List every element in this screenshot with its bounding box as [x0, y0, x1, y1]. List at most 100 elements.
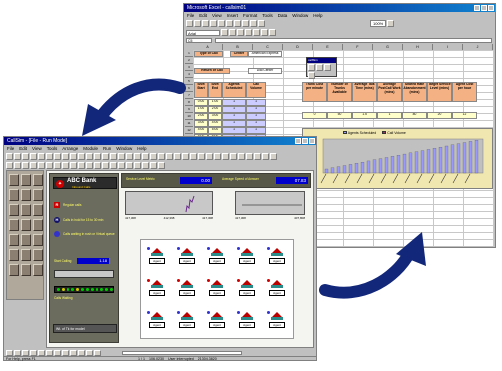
palette-module[interactable] — [9, 204, 19, 216]
callsim-menu-file[interactable]: File — [7, 145, 14, 152]
tool-button[interactable] — [78, 162, 85, 169]
row-header[interactable]: 9 — [185, 106, 193, 113]
callsim-menu-run[interactable]: Run — [103, 145, 111, 152]
parameter-header[interactable]: Target Service Level (mins) — [427, 82, 452, 102]
schedule-cell[interactable]: 1 — [246, 120, 266, 127]
tool-button[interactable] — [158, 162, 165, 169]
tool-button[interactable] — [30, 162, 37, 169]
row-header[interactable]: 3 — [185, 64, 193, 71]
tool-button[interactable] — [238, 153, 245, 160]
schedule-cell[interactable]: 1 — [246, 106, 266, 113]
center-label[interactable]: Center — [230, 51, 248, 57]
export-icon[interactable] — [308, 72, 315, 79]
parameter-header[interactable]: Agent Cost per hour — [452, 82, 477, 102]
schedule-cell[interactable]: 1 — [222, 120, 246, 127]
center-value[interactable]: American Express — [248, 51, 282, 57]
tool-button[interactable] — [110, 162, 117, 169]
table-icon[interactable] — [324, 64, 331, 71]
excel-menu-file[interactable]: File — [187, 12, 194, 19]
palette-module[interactable] — [33, 234, 43, 246]
schedule-cell[interactable]: 3:00 — [208, 113, 222, 120]
palette-module[interactable] — [33, 249, 43, 261]
column-header[interactable]: K — [493, 44, 502, 50]
tool-button[interactable] — [110, 153, 117, 160]
tool-button[interactable] — [38, 162, 45, 169]
tool-button[interactable] — [86, 153, 93, 160]
palette-module[interactable] — [21, 174, 31, 186]
new-icon[interactable] — [186, 20, 193, 27]
tool-button[interactable] — [134, 153, 141, 160]
tool-button[interactable] — [14, 162, 21, 169]
palette-module[interactable] — [21, 204, 31, 216]
tool-button[interactable] — [102, 162, 109, 169]
parameter-value[interactable]: 0 — [302, 112, 327, 119]
schedule-cell[interactable]: 1 — [246, 113, 266, 120]
parameter-header[interactable]: Average PostCall Work (mins) — [377, 82, 402, 102]
callsim-menu-help[interactable]: Help — [137, 145, 146, 152]
schedule-cell[interactable]: 1:00 — [194, 106, 208, 113]
currency-icon[interactable] — [261, 29, 268, 36]
palette-module[interactable] — [33, 189, 43, 201]
maximize-icon[interactable] — [302, 138, 308, 144]
fast-forward-icon[interactable] — [30, 349, 37, 356]
plot-speed-answer[interactable] — [235, 191, 305, 215]
tool-button[interactable] — [222, 153, 229, 160]
tool-button[interactable] — [86, 162, 93, 169]
schedule-header[interactable]: Shift End — [208, 82, 222, 98]
excel-menu-tools[interactable]: Tools — [262, 12, 273, 19]
tool-button[interactable] — [54, 162, 61, 169]
palette-module[interactable] — [33, 204, 43, 216]
parameter-value[interactable]: 1.5 — [352, 112, 377, 119]
schedule-cell[interactable]: 1 — [222, 99, 246, 106]
palette-module[interactable] — [9, 234, 19, 246]
excel-menu-help[interactable]: Help — [313, 12, 322, 19]
parameter-value[interactable]: 80 — [402, 112, 427, 119]
bold-icon[interactable] — [221, 29, 228, 36]
excel-menu-view[interactable]: View — [212, 12, 222, 19]
tool-button[interactable] — [246, 153, 253, 160]
open-icon[interactable] — [194, 20, 201, 27]
tool-button[interactable] — [62, 153, 69, 160]
schedule-cell[interactable]: 1 — [246, 99, 266, 106]
tool-button[interactable] — [230, 153, 237, 160]
tool-button[interactable] — [6, 162, 13, 169]
help-icon[interactable] — [387, 20, 395, 27]
tool-button[interactable] — [198, 153, 205, 160]
parameter-header[interactable]: Average Talk Time (mins) — [352, 82, 377, 102]
goto-end-icon[interactable] — [86, 349, 93, 356]
tool-button[interactable] — [158, 153, 165, 160]
callsim-menu-arrange[interactable]: Arrange — [62, 145, 78, 152]
tool-button[interactable] — [134, 162, 141, 169]
schedule-header[interactable]: Shift Start — [194, 82, 208, 98]
schedule-cell[interactable]: 1 — [246, 127, 266, 134]
agent-node[interactable]: Agent — [237, 309, 259, 329]
callsim-menu-module[interactable]: Module — [83, 145, 98, 152]
row-header[interactable]: 7 — [185, 92, 193, 99]
tool-button[interactable] — [206, 153, 213, 160]
sum-icon[interactable] — [250, 20, 257, 27]
schedule-cell[interactable]: 4:00 — [194, 127, 208, 134]
schedule-cell[interactable]: 2:00 — [208, 106, 222, 113]
minimize-icon[interactable] — [474, 5, 480, 11]
italic-icon[interactable] — [229, 29, 236, 36]
row-header[interactable]: 1 — [185, 50, 193, 57]
agent-node[interactable]: Agent — [267, 277, 289, 297]
agent-node[interactable]: Agent — [177, 277, 199, 297]
row-header[interactable]: 11 — [185, 120, 193, 127]
schedule-cell[interactable]: 2:00 — [194, 113, 208, 120]
palette-module[interactable] — [21, 249, 31, 261]
align-center-icon[interactable] — [253, 29, 260, 36]
pause-2-icon[interactable] — [78, 349, 85, 356]
minimize-icon[interactable] — [295, 138, 301, 144]
agent-node[interactable]: Agent — [207, 277, 229, 297]
row-header[interactable]: 10 — [185, 113, 193, 120]
tool-button[interactable] — [166, 153, 173, 160]
maximize-icon[interactable] — [481, 5, 487, 11]
embedded-chart[interactable]: Agents Scheduled Call Volume — [302, 128, 493, 189]
close-icon[interactable] — [488, 5, 494, 11]
row-header[interactable]: 5 — [185, 78, 193, 85]
schedule-cell[interactable]: 5:00 — [208, 127, 222, 134]
schedule-cell[interactable]: 3:00 — [194, 120, 208, 127]
row-header[interactable]: 2 — [185, 57, 193, 64]
row-header[interactable]: 12 — [185, 127, 193, 134]
